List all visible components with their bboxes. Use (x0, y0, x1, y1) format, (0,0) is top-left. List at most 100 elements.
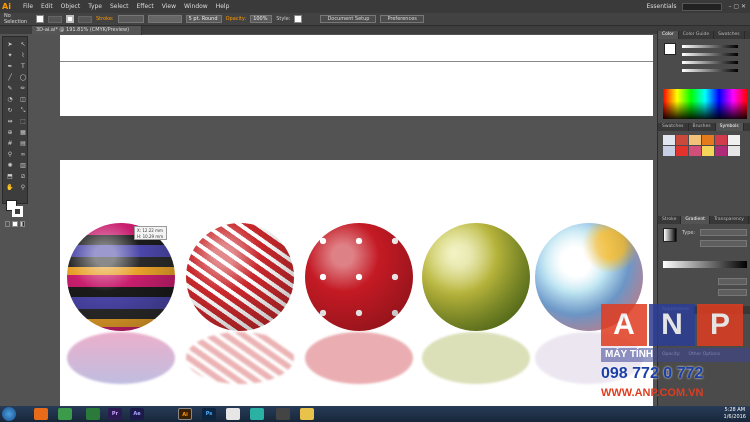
column-graph-tool-icon[interactable]: ▥ (17, 161, 29, 171)
color-spectrum[interactable] (663, 89, 747, 119)
chrome-icon[interactable] (58, 408, 72, 420)
stroke-swatch[interactable] (66, 15, 74, 23)
perspective-grid-tool-icon[interactable]: ▦ (17, 128, 29, 138)
gradient-location-field[interactable] (718, 289, 747, 296)
symbol-item[interactable] (689, 135, 701, 145)
symbol-item[interactable] (689, 146, 701, 156)
tab-brushes[interactable]: Brushes (689, 123, 716, 131)
brush-definition[interactable]: 5 pt. Round (185, 15, 222, 23)
selection-tool-icon[interactable]: ➤ (4, 40, 16, 50)
app-icon[interactable] (250, 408, 264, 420)
stroke-weight-field[interactable] (117, 15, 144, 23)
free-transform-tool-icon[interactable]: ⬚ (17, 117, 29, 127)
hand-tool-icon[interactable]: ✋ (4, 183, 16, 193)
symbol-item[interactable] (702, 135, 714, 145)
eraser-tool-icon[interactable]: ◫ (17, 95, 29, 105)
green-gradient-sphere[interactable] (422, 223, 530, 331)
gradient-thumbnail[interactable] (663, 228, 677, 242)
color-fill-box[interactable] (664, 43, 676, 55)
tab-symbols[interactable]: Symbols (715, 123, 744, 131)
paintbrush-tool-icon[interactable]: ✎ (4, 84, 16, 94)
document-setup-button[interactable]: Document Setup (320, 15, 377, 23)
symbol-item[interactable] (728, 135, 740, 145)
tab-stroke[interactable]: Stroke (658, 216, 682, 224)
folder-icon[interactable] (300, 408, 314, 420)
cyan-slider[interactable] (682, 45, 738, 48)
tab-color[interactable]: Color (658, 31, 679, 39)
premiere-icon[interactable]: Pr (108, 408, 122, 420)
tab-gradient[interactable]: Gradient (681, 216, 710, 224)
gradient-mode-icon[interactable] (19, 221, 25, 227)
artboard-tool-icon[interactable]: ⬒ (4, 172, 16, 182)
color-mode-icon[interactable] (5, 221, 11, 227)
window-controls[interactable]: – ▢ ✕ (728, 3, 746, 10)
app-icon[interactable] (276, 408, 290, 420)
star-pattern-sphere[interactable] (305, 223, 413, 331)
black-slider[interactable] (682, 69, 738, 72)
pen-tool-icon[interactable]: ✒ (4, 62, 16, 72)
menu-view[interactable]: View (158, 3, 180, 10)
tab-color-guide[interactable]: Color Guide (679, 31, 715, 39)
fill-swatch[interactable] (36, 15, 44, 23)
eyedropper-tool-icon[interactable]: ⚲ (4, 150, 16, 160)
stroke-dropdown[interactable] (78, 15, 92, 23)
type-tool-icon[interactable]: T (17, 62, 29, 72)
opacity-field[interactable]: 100% (250, 15, 273, 23)
magic-wand-tool-icon[interactable]: ✦ (4, 51, 16, 61)
menu-help[interactable]: Help (212, 3, 234, 10)
menu-select[interactable]: Select (106, 3, 133, 10)
app-icon[interactable] (226, 408, 240, 420)
stroke-label[interactable]: Stroke: (96, 16, 114, 22)
lattice-sphere[interactable] (186, 223, 294, 331)
shape-builder-tool-icon[interactable]: ⊕ (4, 128, 16, 138)
stroke-box[interactable] (12, 206, 23, 217)
artboard-top[interactable] (60, 35, 653, 116)
scale-tool-icon[interactable]: ⤡ (17, 106, 29, 116)
search-field[interactable] (682, 2, 723, 11)
symbol-item[interactable] (663, 135, 675, 145)
direct-selection-tool-icon[interactable]: ↖ (17, 40, 29, 50)
color-none-icon[interactable] (12, 221, 18, 227)
fill-dropdown[interactable] (48, 15, 62, 23)
yellow-slider[interactable] (682, 61, 738, 64)
menu-object[interactable]: Object (57, 3, 85, 10)
app-icon[interactable] (86, 408, 100, 420)
blend-tool-icon[interactable]: ∞ (17, 150, 29, 160)
gradient-type-select[interactable] (700, 229, 747, 236)
menu-window[interactable]: Window (180, 3, 212, 10)
zoom-tool-icon[interactable]: ⚲ (17, 183, 29, 193)
symbol-item[interactable] (663, 146, 675, 156)
fill-stroke-widget[interactable] (3, 198, 27, 220)
symbol-item[interactable] (715, 146, 727, 156)
tab-transparency[interactable]: Transparency (710, 216, 749, 224)
workspace-switcher[interactable]: Essentials (646, 3, 676, 10)
width-tool-icon[interactable]: ⇹ (4, 117, 16, 127)
menu-file[interactable]: File (19, 3, 37, 10)
symbol-item[interactable] (676, 146, 688, 156)
preferences-button[interactable]: Preferences (380, 15, 424, 23)
gradient-tool-icon[interactable]: ▤ (17, 139, 29, 149)
symbol-item[interactable] (728, 146, 740, 156)
ellipse-tool-icon[interactable]: ◯ (17, 73, 29, 83)
start-button-icon[interactable] (2, 407, 16, 421)
symbol-sprayer-tool-icon[interactable]: ✺ (4, 161, 16, 171)
firefox-icon[interactable] (34, 408, 48, 420)
after-effects-icon[interactable]: Ae (130, 408, 144, 420)
system-clock[interactable]: 5:28 AM 1/6/2016 (724, 407, 746, 421)
lasso-tool-icon[interactable]: ⌇ (17, 51, 29, 61)
opacity-label[interactable]: Opacity: (226, 16, 247, 22)
gradient-angle-field[interactable] (700, 240, 747, 247)
variable-width-profile[interactable] (147, 15, 182, 23)
blob-brush-tool-icon[interactable]: ◔ (4, 95, 16, 105)
symbol-item[interactable] (702, 146, 714, 156)
rotate-tool-icon[interactable]: ↻ (4, 106, 16, 116)
illustrator-icon[interactable]: Ai (178, 408, 192, 420)
line-tool-icon[interactable]: ╱ (4, 73, 16, 83)
style-swatch[interactable] (294, 15, 303, 23)
tab-swatches-top[interactable]: Swatches (714, 31, 745, 39)
magenta-slider[interactable] (682, 53, 738, 56)
menu-edit[interactable]: Edit (37, 3, 57, 10)
menu-effect[interactable]: Effect (133, 3, 158, 10)
document-tab[interactable]: 3D-ai.ai* @ 191.81% (CMYK/Preview) (32, 26, 143, 35)
pencil-tool-icon[interactable]: ✏ (17, 84, 29, 94)
